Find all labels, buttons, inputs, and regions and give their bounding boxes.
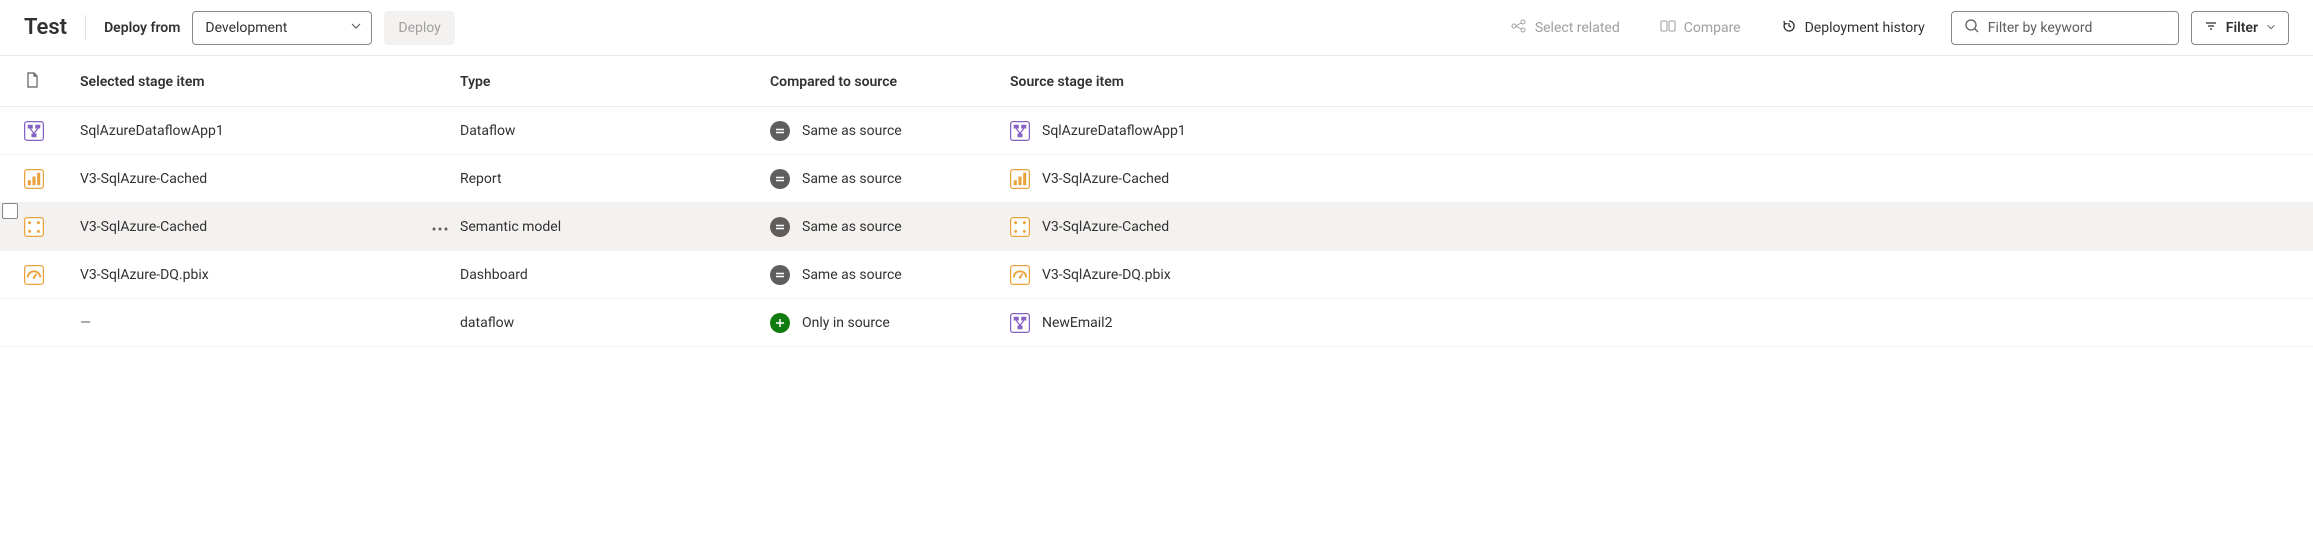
- header-compared[interactable]: Compared to source: [770, 74, 1010, 90]
- table-row[interactable]: — dataflow Only in source NewEmail2: [0, 299, 2313, 347]
- source-name: V3-SqlAzure-DQ.pbix: [1042, 267, 1171, 283]
- dataflow-icon: [1010, 313, 1030, 333]
- semantic-icon: [24, 217, 44, 237]
- deploy-from-select[interactable]: Development: [192, 11, 372, 45]
- header-icon-col: [24, 72, 80, 92]
- item-name: V3-SqlAzure-Cached: [80, 219, 207, 235]
- source-name: NewEmail2: [1042, 315, 1112, 331]
- more-icon[interactable]: [432, 219, 448, 235]
- table-row[interactable]: V3-SqlAzure-DQ.pbix Dashboard Same as so…: [0, 251, 2313, 299]
- item-name: V3-SqlAzure-Cached: [80, 171, 207, 187]
- select-value: Development: [205, 20, 287, 36]
- compare-button[interactable]: Compare: [1646, 11, 1755, 45]
- filter-button[interactable]: Filter: [2191, 11, 2289, 45]
- table-row[interactable]: V3-SqlAzure-Cached Report Same as source…: [0, 155, 2313, 203]
- item-type-icon: [24, 265, 80, 285]
- search-icon: [1964, 18, 1980, 38]
- status-same-icon: [770, 217, 790, 237]
- header-selected[interactable]: Selected stage item: [80, 74, 420, 90]
- item-type-icon: [24, 217, 80, 237]
- item-type-icon: [24, 169, 80, 189]
- search-box[interactable]: [1951, 11, 2179, 45]
- header-source[interactable]: Source stage item: [1010, 74, 2289, 90]
- status-label: Same as source: [802, 267, 902, 283]
- status-add-icon: [770, 313, 790, 333]
- item-type: Dataflow: [460, 123, 515, 139]
- status-label: Only in source: [802, 315, 890, 331]
- deployment-history-button[interactable]: Deployment history: [1767, 11, 1939, 45]
- item-type: Report: [460, 171, 502, 187]
- deploy-button[interactable]: Deploy: [384, 11, 454, 45]
- status-same-icon: [770, 169, 790, 189]
- item-type: Semantic model: [460, 219, 561, 235]
- toolbar: Test Deploy from Development Deploy Sele…: [0, 0, 2313, 56]
- dashboard-icon: [1010, 265, 1030, 285]
- header-type[interactable]: Type: [460, 74, 770, 90]
- source-name: V3-SqlAzure-Cached: [1042, 219, 1169, 235]
- source-name: V3-SqlAzure-Cached: [1042, 171, 1169, 187]
- chevron-down-icon: [2266, 20, 2276, 36]
- table-header: Selected stage item Type Compared to sou…: [0, 56, 2313, 107]
- deploy-from-label: Deploy from: [104, 20, 180, 36]
- dataflow-icon: [24, 121, 44, 141]
- select-related-icon: [1511, 18, 1527, 38]
- row-checkbox[interactable]: [2, 203, 18, 219]
- stage-title: Test: [24, 15, 86, 40]
- item-name: SqlAzureDataflowApp1: [80, 123, 224, 139]
- source-name: SqlAzureDataflowApp1: [1042, 123, 1186, 139]
- report-icon: [24, 169, 44, 189]
- compare-icon: [1660, 18, 1676, 38]
- dashboard-icon: [24, 265, 44, 285]
- item-name: V3-SqlAzure-DQ.pbix: [80, 267, 209, 283]
- history-icon: [1781, 18, 1797, 38]
- item-name: —: [80, 315, 91, 331]
- select-related-button[interactable]: Select related: [1497, 11, 1634, 45]
- item-type: Dashboard: [460, 267, 528, 283]
- items-table: Selected stage item Type Compared to sou…: [0, 56, 2313, 347]
- semantic-icon: [1010, 217, 1030, 237]
- status-same-icon: [770, 265, 790, 285]
- status-same-icon: [770, 121, 790, 141]
- status-label: Same as source: [802, 123, 902, 139]
- status-label: Same as source: [802, 171, 902, 187]
- item-type-icon: [24, 121, 80, 141]
- table-row[interactable]: V3-SqlAzure-Cached Semantic model Same a…: [0, 203, 2313, 251]
- file-icon: [24, 72, 40, 92]
- search-input[interactable]: [1988, 20, 2166, 36]
- item-type: dataflow: [460, 315, 514, 331]
- dataflow-icon: [1010, 121, 1030, 141]
- filter-icon: [2204, 19, 2218, 37]
- report-icon: [1010, 169, 1030, 189]
- table-row[interactable]: SqlAzureDataflowApp1 Dataflow Same as so…: [0, 107, 2313, 155]
- status-label: Same as source: [802, 219, 902, 235]
